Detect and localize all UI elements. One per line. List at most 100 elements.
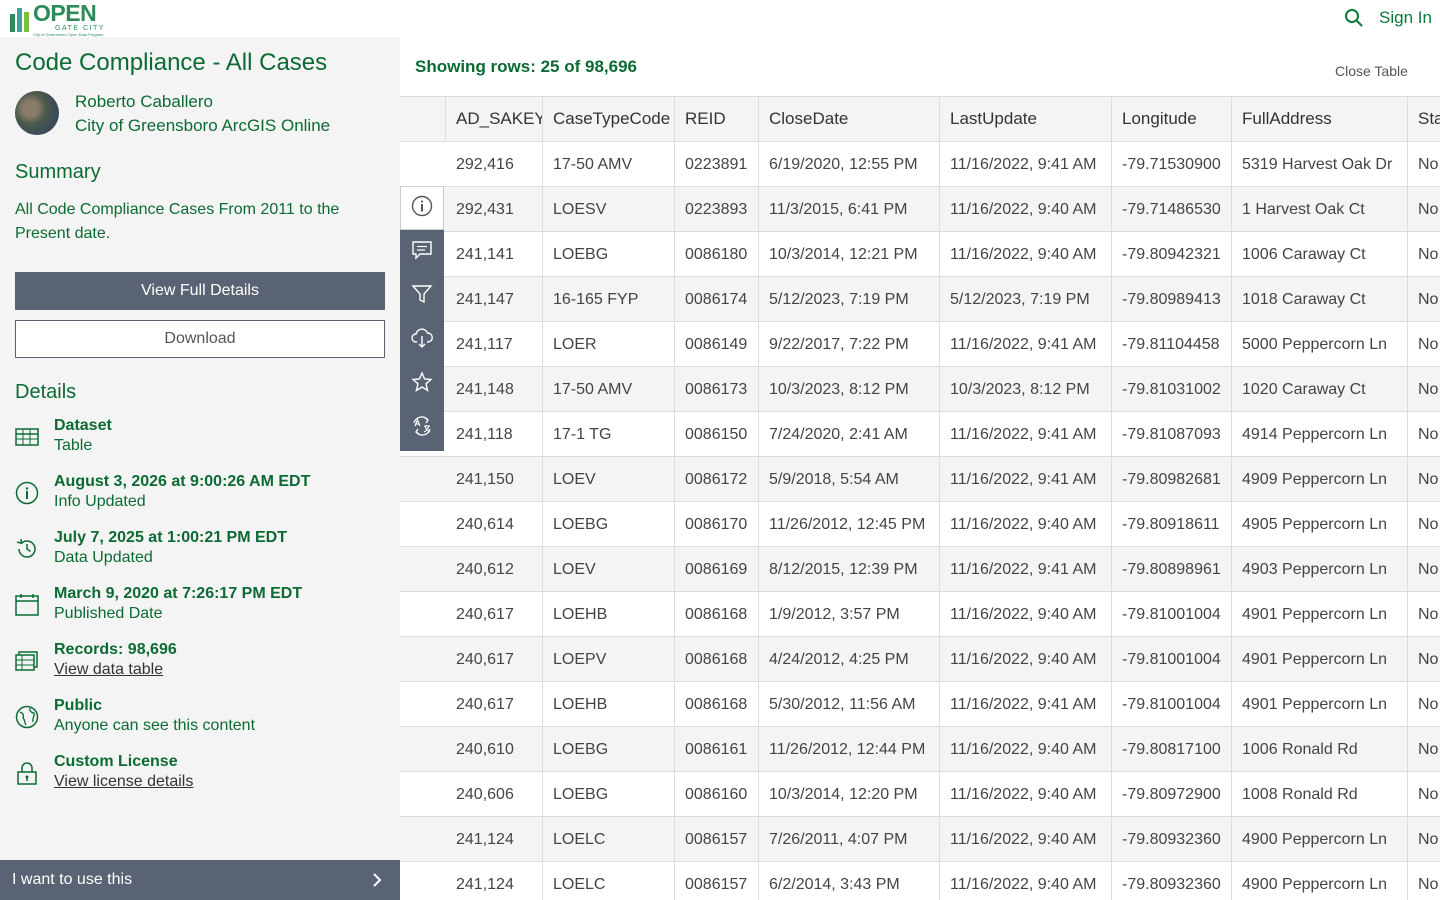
owner-name-link[interactable]: Roberto Caballero <box>75 92 213 112</box>
translate-icon <box>411 415 433 442</box>
cell-fulladdress: 4909 Peppercorn Ln <box>1232 457 1408 502</box>
column-header-reid[interactable]: REID <box>675 96 759 142</box>
detail-primary: Public <box>54 697 103 714</box>
view-full-details-button[interactable]: View Full Details <box>15 272 385 310</box>
open-gate-city-logo[interactable]: OPEN GATE CITY City of Greensboro Open D… <box>10 2 105 37</box>
cell-closedate: 1/9/2012, 3:57 PM <box>759 592 940 637</box>
download-button[interactable]: Download <box>15 320 385 358</box>
cell-reid: 0086170 <box>675 502 759 547</box>
cell-reid: 0086172 <box>675 457 759 502</box>
column-header-status[interactable]: Sta <box>1408 96 1440 142</box>
item-title: Code Compliance - All Cases <box>15 49 328 76</box>
cell-lastupdate: 11/16/2022, 9:40 AM <box>940 817 1112 862</box>
cell-fulladdress: 4903 Peppercorn Ln <box>1232 547 1408 592</box>
column-header-closedate[interactable]: CloseDate <box>759 96 940 142</box>
table-row[interactable]: 241,147 16-165 FYP 0086174 5/12/2023, 7:19 … <box>400 277 1440 322</box>
cell-casetypecode: LOEHB <box>543 682 675 727</box>
toolbar-download-button[interactable] <box>400 318 444 362</box>
table-row[interactable]: 240,614 LOEBG 0086170 11/26/2012, 12:45 PM 1… <box>400 502 1440 547</box>
cell-closedate: 8/12/2015, 12:39 PM <box>759 547 940 592</box>
summary-text: All Code Compliance Cases From 2011 to t… <box>15 201 340 242</box>
table-row[interactable]: 241,150 LOEV 0086172 5/9/2018, 5:54 AM 11/16… <box>400 457 1440 502</box>
table-row[interactable]: 292,416 17-50 AMV 0223891 6/19/2020, 12:55 … <box>400 142 1440 187</box>
toolbar-info-button[interactable] <box>400 186 444 230</box>
cell-longitude: -79.81001004 <box>1112 592 1232 637</box>
i-want-to-use-this-button[interactable]: I want to use this <box>0 860 400 900</box>
cell-longitude: -79.80982681 <box>1112 457 1232 502</box>
column-header-casetypecode[interactable]: CaseTypeCode <box>543 96 675 142</box>
owner-org-link[interactable]: City of Greensboro ArcGIS Online <box>75 116 330 136</box>
cell-longitude: -79.80932360 <box>1112 817 1232 862</box>
cell-longitude: -79.71530900 <box>1112 142 1232 187</box>
showing-rows-count: Showing rows: 25 of 98,696 <box>415 57 638 76</box>
cell-closedate: 5/9/2018, 5:54 AM <box>759 457 940 502</box>
column-header-lastupdate[interactable]: LastUpdate <box>940 96 1112 142</box>
cell-longitude: -79.80817100 <box>1112 727 1232 772</box>
lock-icon <box>15 761 39 785</box>
cell-casetypecode: 17-1 TG <box>543 412 675 457</box>
toolbar-translate-button[interactable] <box>400 406 444 450</box>
table-row[interactable]: 241,124 LOELC 0086157 6/2/2014, 3:43 PM 11/1… <box>400 862 1440 900</box>
cell-lastupdate: 5/12/2023, 7:19 PM <box>940 277 1112 322</box>
cell-fulladdress: 1018 Caraway Ct <box>1232 277 1408 322</box>
cell-status: No <box>1418 695 1439 713</box>
cell-reid: 0086169 <box>675 547 759 592</box>
column-header-ad-sakey[interactable]: AD_SAKEY <box>446 96 543 142</box>
column-header-longitude[interactable]: Longitude <box>1112 96 1232 142</box>
close-table-button[interactable]: Close Table <box>1335 63 1408 79</box>
table-row[interactable]: 240,617 LOEHB 0086168 5/30/2012, 11:56 AM 11… <box>400 682 1440 727</box>
cell-casetypecode: 17-50 AMV <box>543 367 675 412</box>
cell-casetypecode: 16-165 FYP <box>543 277 675 322</box>
table-row[interactable]: 292,431 LOESV 0223893 11/3/2015, 6:41 PM 11/… <box>400 187 1440 232</box>
cell-longitude: -79.80918611 <box>1112 502 1232 547</box>
cell-fulladdress: 1008 Ronald Rd <box>1232 772 1408 817</box>
table-row[interactable]: 240,617 LOEHB 0086168 1/9/2012, 3:57 PM 11/1… <box>400 592 1440 637</box>
cell-lastupdate: 11/16/2022, 9:41 AM <box>940 142 1112 187</box>
cell-ad-sakey: 240,617 <box>446 682 543 727</box>
detail-secondary: Published Date <box>54 605 163 622</box>
data-table-panel: Showing rows: 25 of 98,696 Close Table A… <box>400 37 1440 900</box>
table-row[interactable]: 241,148 17-50 AMV 0086173 10/3/2023, 8:12 P… <box>400 367 1440 412</box>
cell-ad-sakey: 240,617 <box>446 592 543 637</box>
table-row[interactable]: 241,118 17-1 TG 0086150 7/24/2020, 2:41 AM 1… <box>400 412 1440 457</box>
cell-status: No <box>1418 200 1439 218</box>
table-row[interactable]: 240,606 LOEBG 0086160 10/3/2014, 12:20 PM 11… <box>400 772 1440 817</box>
cell-reid: 0223891 <box>675 142 759 187</box>
cell-reid: 0086174 <box>675 277 759 322</box>
detail-secondary: Info Updated <box>54 493 146 510</box>
table-row[interactable]: 240,610 LOEBG 0086161 11/26/2012, 12:44 PM 1… <box>400 727 1440 772</box>
toolbar-favorite-button[interactable] <box>400 362 444 406</box>
cell-fulladdress: 4901 Peppercorn Ln <box>1232 682 1408 727</box>
table-row[interactable]: 241,124 LOELC 0086157 7/26/2011, 4:07 PM 11/… <box>400 817 1440 862</box>
cell-ad-sakey: 292,431 <box>446 187 543 232</box>
toolbar-filter-button[interactable] <box>400 274 444 318</box>
cell-ad-sakey: 241,148 <box>446 367 543 412</box>
cell-status: No <box>1418 380 1439 398</box>
cell-ad-sakey: 292,416 <box>446 142 543 187</box>
view-license-details-link[interactable]: View license details <box>54 773 193 791</box>
search-icon[interactable] <box>1344 8 1364 28</box>
cell-fulladdress: 1 Harvest Oak Ct <box>1232 187 1408 232</box>
cell-fulladdress: 4901 Peppercorn Ln <box>1232 637 1408 682</box>
cell-ad-sakey: 241,124 <box>446 862 543 900</box>
cell-reid: 0086168 <box>675 637 759 682</box>
view-data-table-link[interactable]: View data table <box>54 661 163 679</box>
table-row[interactable]: 240,612 LOEV 0086169 8/12/2015, 12:39 PM 11/… <box>400 547 1440 592</box>
cell-status: No <box>1418 425 1439 443</box>
cell-ad-sakey: 240,606 <box>446 772 543 817</box>
toolbar-comments-button[interactable] <box>400 230 444 274</box>
column-header-fulladdress[interactable]: FullAddress <box>1232 96 1408 142</box>
cell-status: No <box>1418 245 1439 263</box>
cell-ad-sakey: 240,610 <box>446 727 543 772</box>
cell-ad-sakey: 240,617 <box>446 637 543 682</box>
owner-avatar[interactable] <box>15 91 59 135</box>
cell-status: No <box>1418 650 1439 668</box>
table-row[interactable]: 240,617 LOEPV 0086168 4/24/2012, 4:25 PM 11/… <box>400 637 1440 682</box>
cell-closedate: 4/24/2012, 4:25 PM <box>759 637 940 682</box>
cell-lastupdate: 11/16/2022, 9:40 AM <box>940 592 1112 637</box>
table-row[interactable]: 241,117 LOER 0086149 9/22/2017, 7:22 PM 11/1… <box>400 322 1440 367</box>
table-row[interactable]: 241,141 LOEBG 0086180 10/3/2014, 12:21 PM 11… <box>400 232 1440 277</box>
sign-in-link[interactable]: Sign In <box>1379 8 1432 28</box>
cell-status: No <box>1418 470 1439 488</box>
cell-lastupdate: 11/16/2022, 9:41 AM <box>940 547 1112 592</box>
